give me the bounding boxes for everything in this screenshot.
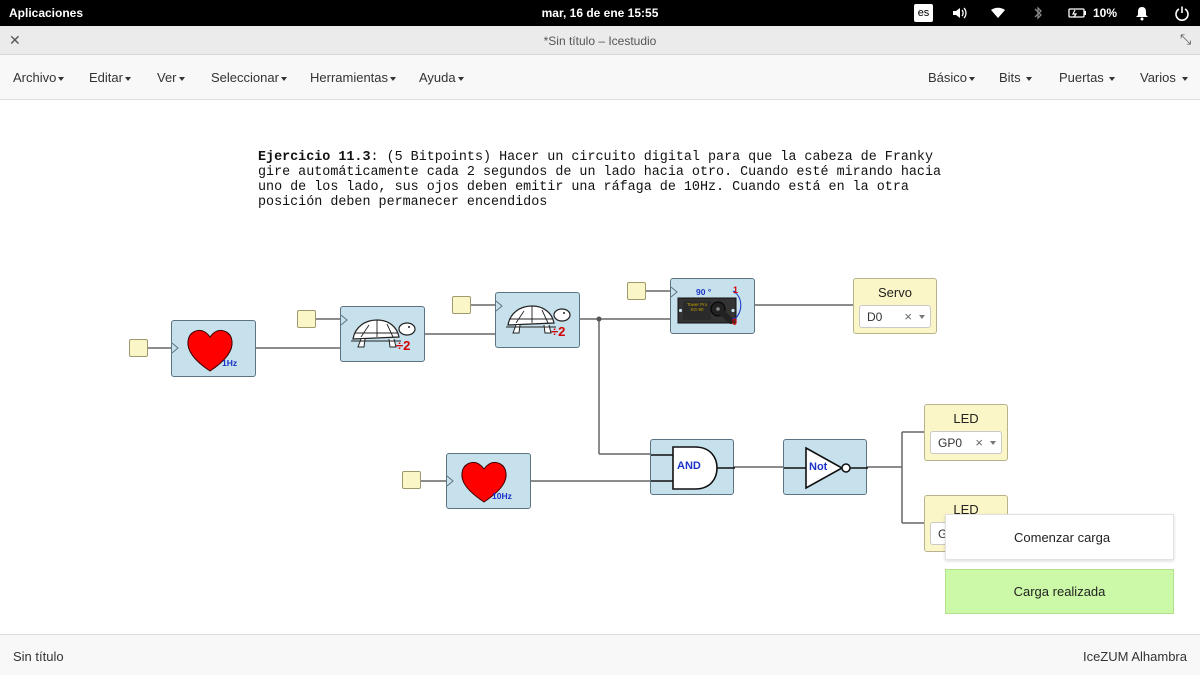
menu-seleccionar[interactable]: Seleccionar <box>211 70 287 85</box>
servo-pin-select[interactable]: D0 × <box>859 305 931 328</box>
upload-done-toast[interactable]: Carga realizada <box>945 569 1174 614</box>
toast-message: Comenzar carga <box>1014 530 1111 545</box>
prescaler-turtle-block[interactable]: ÷2 <box>495 292 580 348</box>
chevron-down-icon <box>457 76 464 81</box>
led1-pin-select[interactable]: GP0 × <box>930 431 1002 454</box>
menu-archivo[interactable]: Archivo <box>13 70 65 85</box>
menu-bits[interactable]: Bits <box>999 70 1033 85</box>
chevron-down-icon[interactable] <box>990 441 996 445</box>
heart-10hz-block[interactable]: 10Hz <box>446 453 531 509</box>
prescaler-divisor: ÷2 <box>551 324 566 339</box>
power-icon[interactable] <box>1174 5 1190 24</box>
not-gate-label: Not <box>809 461 828 473</box>
servo-input-pin[interactable] <box>627 282 646 300</box>
turtle-icon <box>496 300 571 334</box>
pin-value: GP0 <box>938 436 963 450</box>
toast-message: Carga realizada <box>1013 584 1106 599</box>
and-gate-label: AND <box>677 460 701 472</box>
window-title-bar: ✕ *Sin título – Icestudio ⤡ <box>0 26 1200 55</box>
servo-angle-label: 90 ° <box>696 287 712 297</box>
project-name: Sin título <box>13 649 64 664</box>
chevron-down-icon <box>58 76 65 81</box>
turtle2-input-pin[interactable] <box>452 296 471 314</box>
chevron-down-icon[interactable] <box>919 315 925 319</box>
notification-bell-icon[interactable] <box>1135 5 1149 24</box>
menu-ver[interactable]: Ver <box>157 70 185 85</box>
turtle1-input-pin[interactable] <box>297 310 316 328</box>
servo-board-label: Tower Pro SG-90 <box>686 302 708 312</box>
chevron-down-icon <box>390 76 397 81</box>
status-bar: Sin título IceZUM Alhambra <box>0 634 1200 675</box>
menu-ayuda[interactable]: Ayuda <box>419 70 464 85</box>
heart-frequency-label: 10Hz <box>492 491 512 501</box>
system-top-bar: Aplicaciones mar, 16 de ene 15:55 es 10% <box>0 0 1200 26</box>
window-title: *Sin título – Icestudio <box>543 34 657 48</box>
chevron-down-icon <box>1109 76 1116 81</box>
window-unmaximize-icon[interactable]: ⤡ <box>1180 31 1191 48</box>
clear-icon[interactable]: × <box>904 309 912 324</box>
chevron-down-icon <box>1026 76 1033 81</box>
board-name[interactable]: IceZUM Alhambra <box>1083 649 1187 664</box>
not-gate-block[interactable]: Not <box>783 439 868 495</box>
chevron-down-icon <box>124 76 131 81</box>
upload-start-toast[interactable]: Comenzar carga <box>945 514 1174 560</box>
heart1-input-pin[interactable] <box>129 339 148 357</box>
battery-icon[interactable] <box>1068 5 1088 24</box>
output-title: LED <box>953 411 979 426</box>
wifi-icon[interactable] <box>990 5 1006 24</box>
clear-icon[interactable]: × <box>975 435 983 450</box>
menu-editar[interactable]: Editar <box>89 70 131 85</box>
servo-output-block[interactable]: Servo D0 × <box>853 278 937 334</box>
chevron-down-icon <box>969 76 976 81</box>
prescaler-turtle-block[interactable]: ÷2 <box>340 306 425 362</box>
menu-herramientas[interactable]: Herramientas <box>310 70 397 85</box>
battery-percentage: 10% <box>1093 6 1118 20</box>
menu-varios[interactable]: Varios <box>1140 70 1188 85</box>
servo-position-zero: 0 <box>732 317 738 327</box>
clock[interactable]: mar, 16 de ene 15:55 <box>0 6 1200 20</box>
chevron-down-icon <box>178 76 185 81</box>
and-gate-block[interactable]: AND <box>650 439 735 495</box>
servo-position-one: 1 <box>733 285 739 295</box>
pin-value: D0 <box>867 310 883 324</box>
menu-bar: Archivo Editar Ver Seleccionar Herramien… <box>0 55 1200 100</box>
bluetooth-icon[interactable] <box>1032 5 1044 24</box>
chevron-down-icon <box>280 76 287 81</box>
turtle-icon <box>341 314 416 348</box>
servo-block[interactable]: 90 ° 1 0 Tower Pro SG-90 <box>670 278 755 334</box>
heart2-input-pin[interactable] <box>402 471 421 489</box>
volume-icon[interactable] <box>951 5 967 24</box>
menu-basico[interactable]: Básico <box>928 70 976 85</box>
heart-1hz-block[interactable]: 1Hz <box>171 320 256 377</box>
keyboard-language-indicator[interactable]: es <box>914 4 933 22</box>
chevron-down-icon <box>1181 76 1188 81</box>
menu-puertas[interactable]: Puertas <box>1059 70 1116 85</box>
output-title: Servo <box>878 285 912 300</box>
prescaler-divisor: ÷2 <box>396 338 411 353</box>
led1-output-block[interactable]: LED GP0 × <box>924 404 1008 461</box>
heart-frequency-label: 1Hz <box>222 358 238 368</box>
